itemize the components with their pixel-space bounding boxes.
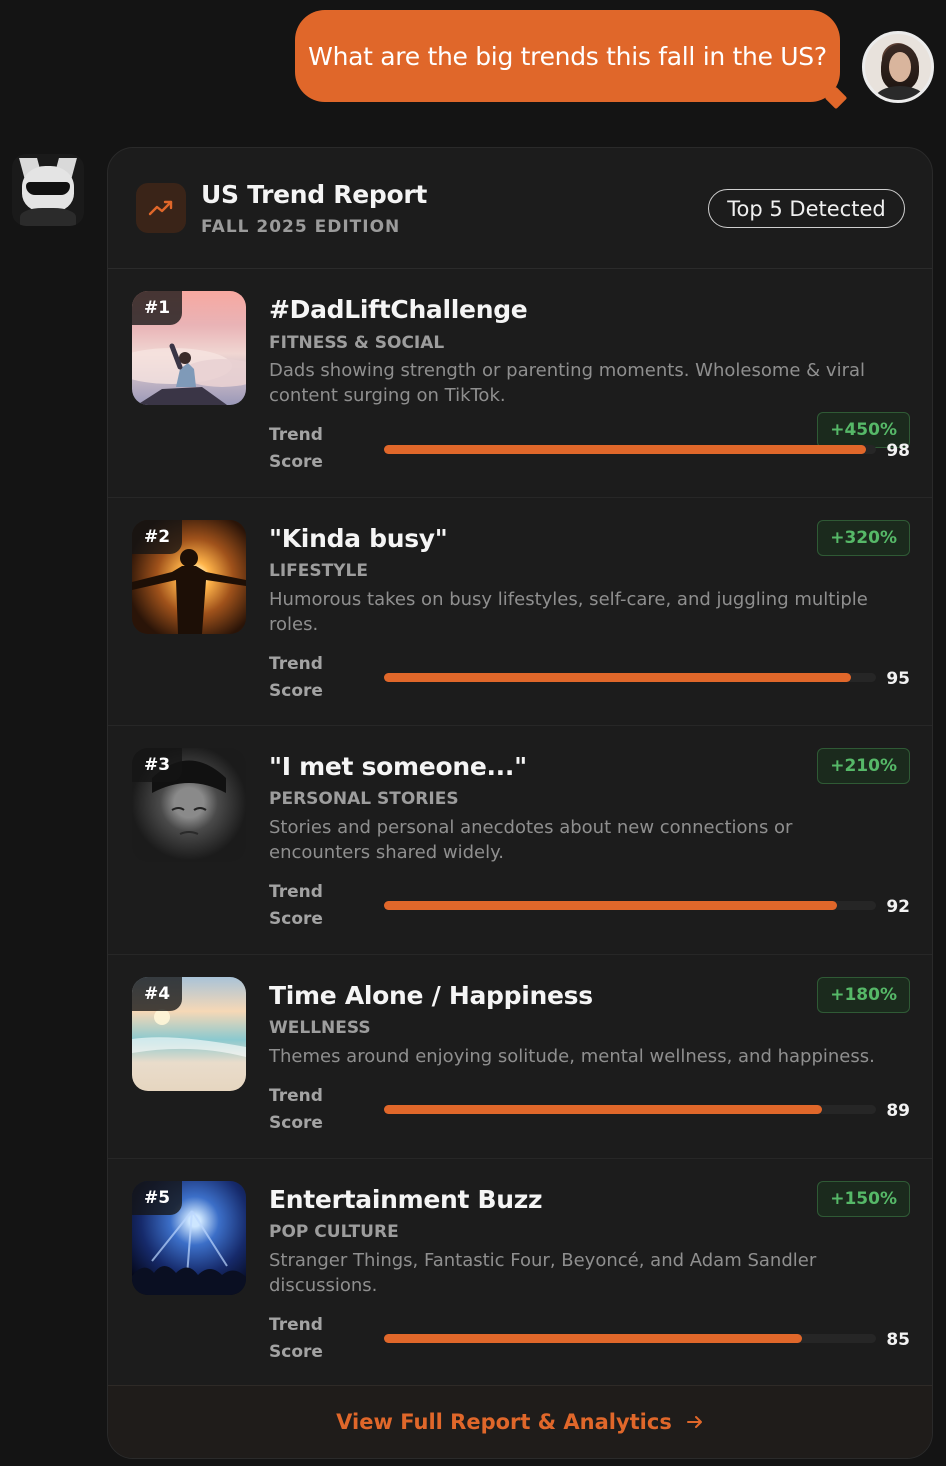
rank-badge: #5 [132,1181,183,1215]
trend-score-value: 95 [886,669,910,689]
trend-score-value: 89 [886,1101,910,1121]
trend-title: "Kinda busy" [269,524,448,553]
trend-score-value: 98 [886,441,910,461]
trend-title: "I met someone..." [269,752,527,781]
trend-score-fill [384,1105,822,1114]
trend-category: POP CULTURE [269,1222,399,1242]
trend-report-card: US Trend Report FALL 2025 EDITION Top 5 … [107,147,933,1459]
rank-badge: #4 [132,977,183,1011]
top-detected-badge: Top 5 Detected [708,189,905,228]
trend-item[interactable]: #4 Time Alone / Happiness +180% WELLNESS… [108,955,932,1159]
trend-score-fill [384,901,837,910]
trend-description: Dads showing strength or parenting momen… [269,360,866,406]
trend-description: Themes around enjoying solitude, mental … [269,1046,875,1067]
trend-score-bar [384,445,876,454]
trend-title: Time Alone / Happiness [269,981,593,1010]
card-footer: View Full Report & Analytics [108,1385,932,1458]
trend-score-value: 92 [886,897,910,917]
trend-title: Entertainment Buzz [269,1185,543,1214]
trend-score-fill [384,1334,803,1343]
trend-score-label: Trend Score [269,882,323,929]
trend-category: WELLNESS [269,1018,371,1038]
rank-badge: #1 [132,291,183,325]
trend-category: LIFESTYLE [269,561,368,581]
trend-score-bar [384,1334,876,1343]
trend-score-label: Trend Score [269,1315,323,1362]
report-title: US Trend Report [201,180,428,209]
trend-score-bar [384,1105,876,1114]
trend-score-label: Trend Score [269,1086,323,1133]
trend-thumbnail: #1 [132,291,246,405]
arrow-right-icon [686,1416,702,1428]
trend-score-bar [384,901,876,910]
trending-up-icon [136,183,186,233]
trend-item[interactable]: #2 "Kinda busy" +320% LIFESTYLE Humorous… [108,498,932,726]
trend-thumbnail: #5 [132,1181,246,1295]
trend-thumbnail: #2 [132,520,246,634]
report-subtitle: FALL 2025 EDITION [201,217,401,237]
trend-description: Humorous takes on busy lifestyles, self-… [269,589,868,635]
growth-badge: +210% [817,748,910,784]
view-full-report-label: View Full Report & Analytics [336,1410,672,1434]
chat-page: What are the big trends this fall in the… [0,0,946,1466]
rank-badge: #3 [132,748,183,782]
trend-description: Stories and personal anecdotes about new… [269,817,793,863]
trend-score-label: Trend Score [269,654,323,701]
trend-score-bar [384,673,876,682]
trend-score-value: 85 [886,1330,910,1350]
bot-avatar[interactable] [12,154,84,226]
trend-score-fill [384,445,867,454]
rank-badge: #2 [132,520,183,554]
trend-score-fill [384,673,852,682]
growth-badge: +320% [817,520,910,556]
growth-badge: +180% [817,977,910,1013]
trend-thumbnail: #4 [132,977,246,1091]
growth-badge: +150% [817,1181,910,1217]
trend-title: #DadLiftChallenge [269,295,528,324]
card-header: US Trend Report FALL 2025 EDITION Top 5 … [108,148,932,269]
trend-description: Stranger Things, Fantastic Four, Beyoncé… [269,1250,817,1296]
trend-thumbnail: #3 [132,748,246,862]
view-full-report-link[interactable]: View Full Report & Analytics [336,1410,704,1434]
trend-item[interactable]: #5 Entertainment Buzz +150% POP CULTURE … [108,1159,932,1387]
trend-item[interactable]: #3 "I met someone..." +210% PERSONAL STO… [108,726,932,955]
trend-score-label: Trend Score [269,425,323,472]
trend-category: PERSONAL STORIES [269,789,459,809]
trend-category: FITNESS & SOCIAL [269,333,445,353]
user-avatar[interactable] [862,31,934,103]
user-message-bubble: What are the big trends this fall in the… [295,10,840,102]
user-message-text: What are the big trends this fall in the… [308,41,827,71]
trend-item[interactable]: #1 #DadLiftChallenge +450% FITNESS & SOC… [108,269,932,498]
